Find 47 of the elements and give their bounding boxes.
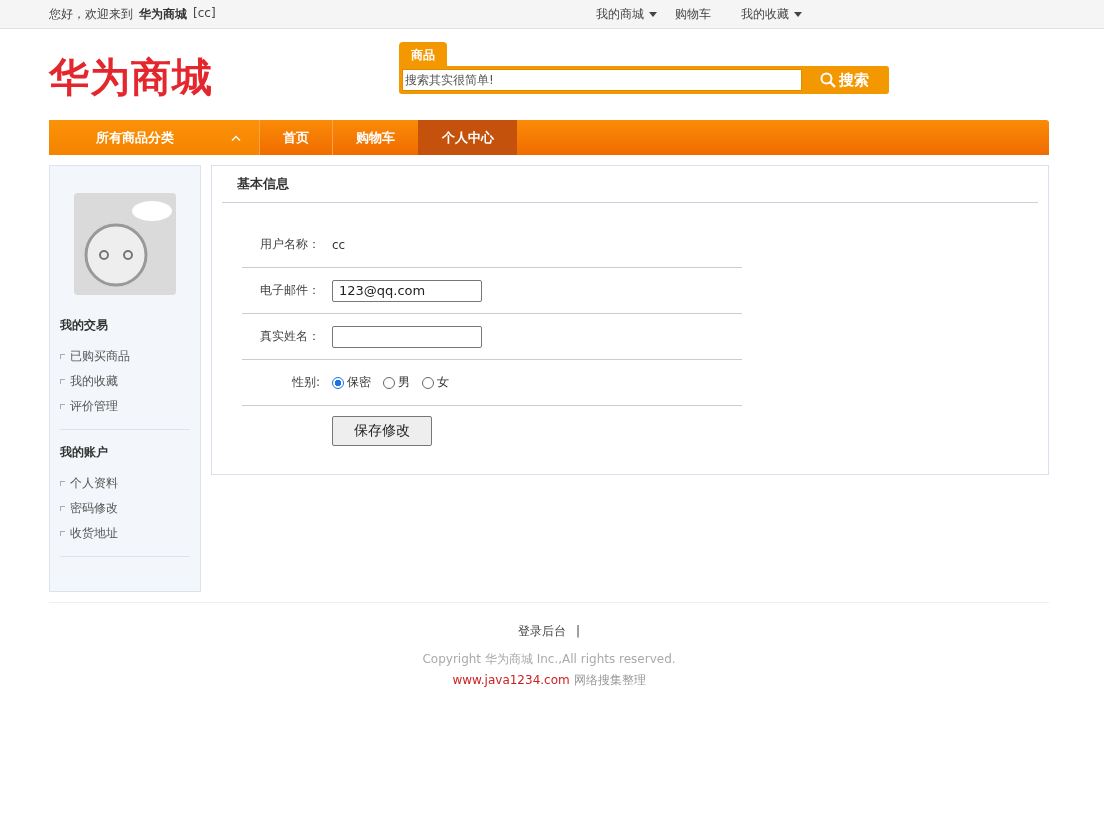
sidebar-section-title: 我的交易 — [60, 317, 109, 334]
field-label: 性别: — [290, 374, 320, 391]
sidebar-link[interactable]: 个人资料 — [60, 471, 190, 496]
site-name-link[interactable]: 华为商城 — [139, 5, 187, 23]
input-field[interactable] — [332, 325, 482, 348]
bullet-icon — [60, 379, 65, 384]
credit-link[interactable]: www.java1234.com — [452, 673, 570, 687]
sidebar-section-title: 我的账户 — [60, 444, 109, 461]
field-label: 用户名称： — [259, 236, 320, 253]
credit-text: 网络搜集整理 — [573, 673, 646, 687]
search-icon — [819, 72, 836, 88]
topbar-link[interactable]: 我的商城 — [587, 5, 666, 23]
footer-link[interactable]: 登录后台 — [517, 617, 566, 645]
greeting-text: 您好，欢迎来到 — [49, 5, 133, 23]
nav-tab[interactable]: 个人中心 — [418, 120, 517, 155]
field-label: 真实姓名： — [259, 328, 320, 345]
field-label: 电子邮件： — [259, 282, 320, 299]
user-name-link[interactable]: [cc] — [193, 5, 216, 23]
copyright-text: Copyright 华为商城 Inc.,All rights reserved. — [422, 652, 676, 666]
section-title: 基本信息 — [222, 166, 1038, 203]
caret-icon — [649, 11, 657, 17]
search-field[interactable]: 搜索其实很简单! — [402, 69, 802, 91]
sidebar-link[interactable]: 收货地址 — [60, 521, 190, 546]
site-logo[interactable]: 华为商城 — [49, 53, 399, 101]
sidebar-link[interactable]: 已购买商品 — [60, 344, 190, 369]
topbar-link[interactable]: 购物车 — [666, 5, 720, 23]
radio-button[interactable] — [383, 376, 395, 389]
username-text: cc — [332, 237, 346, 252]
topbar-link[interactable]: 我的收藏 — [732, 5, 811, 23]
radio-option[interactable]: 女 — [422, 374, 449, 391]
footer-separator: | — [575, 623, 580, 640]
bullet-icon — [60, 354, 65, 359]
bullet-icon — [60, 531, 65, 536]
radio-button[interactable] — [332, 376, 344, 389]
bullet-icon — [60, 481, 65, 486]
radio-option[interactable]: 男 — [383, 374, 410, 391]
sidebar-link[interactable]: 密码修改 — [60, 496, 190, 521]
sidebar-link[interactable]: 我的收藏 — [60, 369, 190, 394]
chevron-up-icon — [231, 134, 241, 141]
input-field[interactable]: 123@qq.com — [332, 279, 482, 302]
bullet-icon — [60, 506, 65, 511]
radio-button[interactable] — [422, 376, 434, 389]
sidebar-link[interactable]: 评价管理 — [60, 394, 190, 419]
save-button[interactable]: 保存修改 — [332, 416, 432, 446]
caret-icon — [794, 11, 802, 17]
radio-option[interactable]: 保密 — [332, 374, 371, 391]
bullet-icon — [60, 404, 65, 409]
